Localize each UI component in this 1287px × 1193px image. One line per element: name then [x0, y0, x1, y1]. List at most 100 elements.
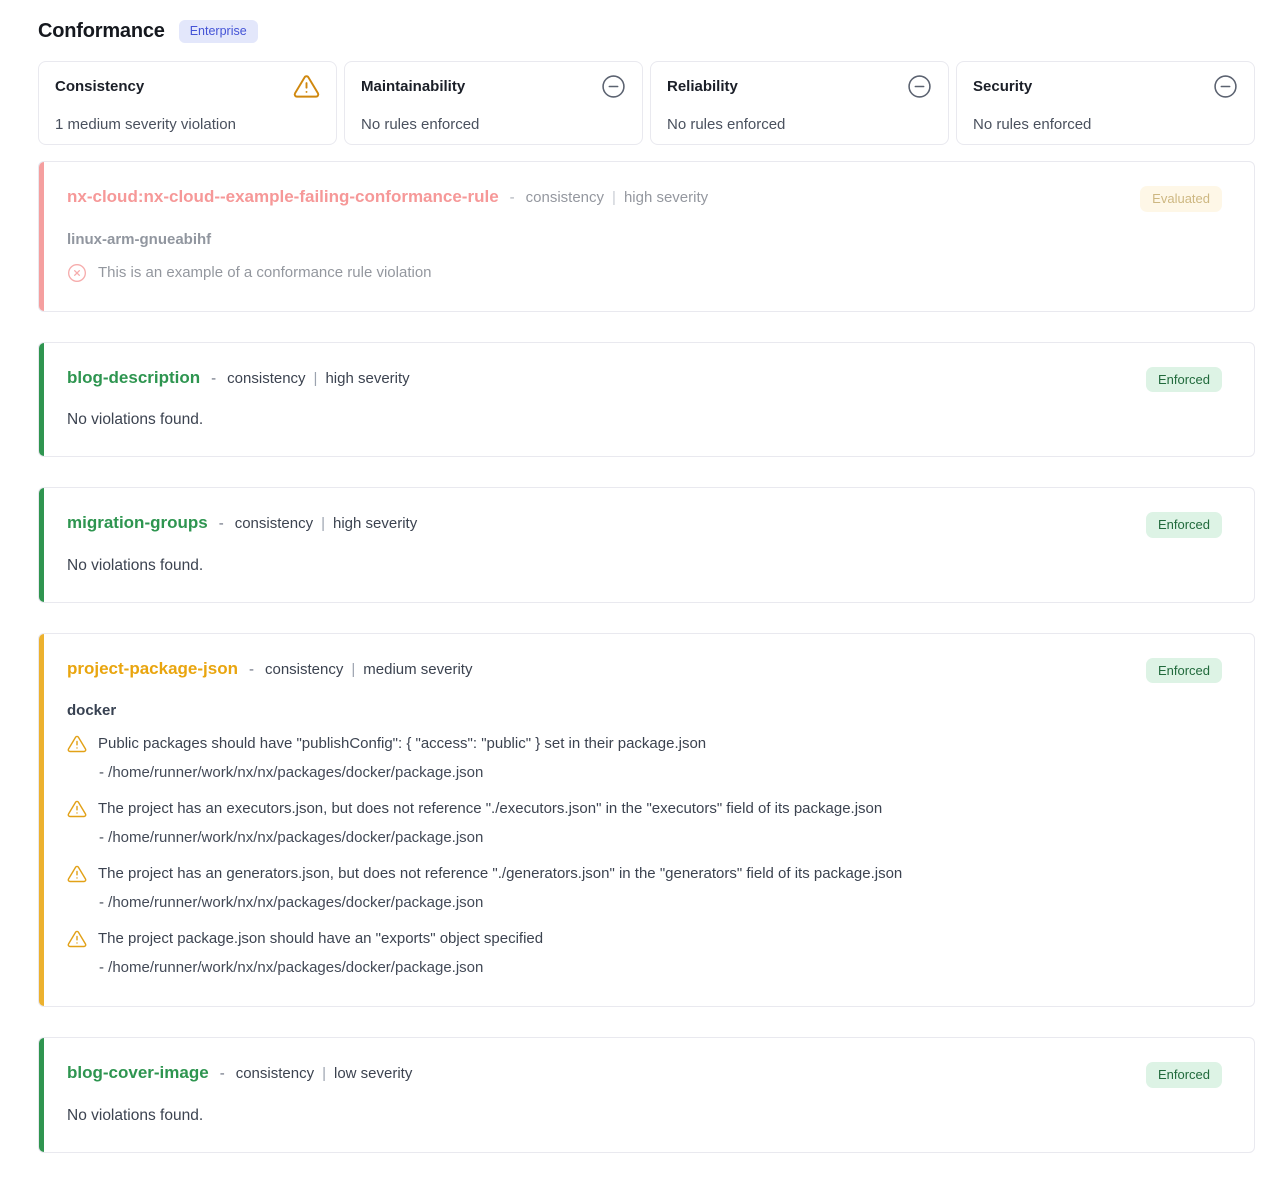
- minus-circle-icon: [1213, 74, 1238, 99]
- enterprise-badge: Enterprise: [179, 20, 258, 43]
- rule-title-link[interactable]: migration-groups: [67, 511, 208, 535]
- rule-category: consistency: [235, 515, 313, 532]
- rule-head: project-package-json - consistency|mediu…: [67, 657, 1222, 684]
- summary-card-subtitle: No rules enforced: [667, 116, 932, 133]
- rule-head: blog-cover-image - consistency|low sever…: [67, 1061, 1222, 1088]
- violation-row: Public packages should have "publishConf…: [67, 733, 1222, 755]
- warning-triangle-icon: [293, 73, 320, 100]
- rule-title-link[interactable]: blog-description: [67, 366, 200, 390]
- rule-content: nx-cloud:nx-cloud--example-failing-confo…: [67, 185, 1222, 284]
- pipe-separator: |: [322, 1065, 326, 1082]
- rule-title-link[interactable]: blog-cover-image: [67, 1061, 209, 1085]
- rule-category: consistency: [236, 1065, 314, 1082]
- summary-card-subtitle: No rules enforced: [973, 116, 1238, 133]
- pipe-separator: |: [314, 370, 318, 387]
- status-badge: Enforced: [1146, 1062, 1222, 1088]
- page-header: Conformance Enterprise: [38, 20, 1255, 43]
- minus-circle-icon: [601, 74, 626, 99]
- violation-location: - /home/runner/work/nx/nx/packages/docke…: [99, 957, 1222, 979]
- category-summary-grid: Consistency 1 medium severity violation …: [38, 61, 1255, 145]
- summary-card-consistency[interactable]: Consistency 1 medium severity violation: [38, 61, 337, 145]
- summary-card-maintainability[interactable]: Maintainability No rules enforced: [344, 61, 643, 145]
- dash-separator: -: [249, 661, 254, 678]
- warning-triangle-icon: [67, 864, 87, 884]
- summary-card-title: Maintainability: [361, 78, 465, 95]
- violation-message: The project package.json should have an …: [98, 928, 543, 950]
- x-circle-icon: [67, 263, 87, 283]
- rule-card-blog-cover-image: blog-cover-image - consistency|low sever…: [38, 1037, 1255, 1153]
- status-badge: Enforced: [1146, 512, 1222, 538]
- rule-card-example-failing: nx-cloud:nx-cloud--example-failing-confo…: [38, 161, 1255, 312]
- rule-meta: consistency|medium severity: [265, 661, 472, 678]
- severity-accent-bar: [39, 488, 44, 602]
- rule-card-project-package-json: project-package-json - consistency|mediu…: [38, 633, 1255, 1008]
- rule-meta: consistency | high severity: [227, 370, 410, 387]
- rule-category: consistency: [227, 370, 305, 387]
- rule-head: nx-cloud:nx-cloud--example-failing-confo…: [67, 185, 1222, 212]
- rule-head: blog-description - consistency | high seve…: [67, 366, 1222, 393]
- rule-content: migration-groups - consistency|high seve…: [67, 511, 1222, 575]
- pipe-separator: |: [321, 515, 325, 532]
- rule-title-link[interactable]: nx-cloud:nx-cloud--example-failing-confo…: [67, 185, 499, 209]
- no-violations-text: No violations found.: [67, 557, 1222, 575]
- summary-card-title: Security: [973, 78, 1032, 95]
- violation-message: This is an example of a conformance rule…: [98, 262, 432, 284]
- minus-circle-icon: [907, 74, 932, 99]
- rule-head: migration-groups - consistency|high seve…: [67, 511, 1222, 538]
- rule-card-blog-description: blog-description - consistency | high seve…: [38, 342, 1255, 458]
- summary-card-subtitle: 1 medium severity violation: [55, 116, 320, 133]
- rule-title-row: migration-groups - consistency|high seve…: [67, 511, 417, 535]
- status-badge: Evaluated: [1140, 186, 1222, 212]
- rule-severity: high severity: [325, 370, 409, 387]
- rule-meta: consistency | high severity: [526, 189, 709, 206]
- summary-card-security[interactable]: Security No rules enforced: [956, 61, 1255, 145]
- violation-location: - /home/runner/work/nx/nx/packages/docke…: [99, 892, 1222, 914]
- warning-triangle-icon: [67, 929, 87, 949]
- violation-message: The project has an executors.json, but d…: [98, 798, 882, 820]
- violation-row: This is an example of a conformance rule…: [67, 262, 1222, 284]
- project-name: docker: [67, 702, 1222, 719]
- summary-card-top: Security: [973, 71, 1238, 101]
- summary-card-top: Reliability: [667, 71, 932, 101]
- severity-accent-bar: [39, 343, 44, 457]
- rule-severity: high severity: [333, 515, 417, 532]
- summary-card-top: Consistency: [55, 71, 320, 101]
- rule-category: consistency: [265, 661, 343, 678]
- rule-category: consistency: [526, 189, 604, 206]
- no-violations-text: No violations found.: [67, 1107, 1222, 1125]
- rule-title-row: nx-cloud:nx-cloud--example-failing-confo…: [67, 185, 708, 209]
- pipe-separator: |: [612, 189, 616, 206]
- rule-content: blog-description - consistency | high seve…: [67, 366, 1222, 430]
- violation-row: The project has an executors.json, but d…: [67, 798, 1222, 820]
- status-badge: Enforced: [1146, 367, 1222, 393]
- summary-card-reliability[interactable]: Reliability No rules enforced: [650, 61, 949, 145]
- rule-meta: consistency | high severity: [235, 515, 418, 532]
- violation-row: The project package.json should have an …: [67, 928, 1222, 950]
- conformance-page: Conformance Enterprise Consistency 1 med…: [0, 0, 1287, 1183]
- rule-meta: consistency|low severity: [236, 1065, 413, 1082]
- rule-title-row: blog-cover-image - consistency|low sever…: [67, 1061, 412, 1085]
- warning-triangle-icon: [67, 734, 87, 754]
- summary-card-title: Consistency: [55, 78, 144, 95]
- violation-location: - /home/runner/work/nx/nx/packages/docke…: [99, 762, 1222, 784]
- violation-row: The project has an generators.json, but …: [67, 863, 1222, 885]
- no-violations-text: No violations found.: [67, 411, 1222, 429]
- dash-separator: -: [510, 189, 515, 206]
- warning-triangle-icon: [67, 799, 87, 819]
- rule-card-migration-groups: migration-groups - consistency|high seve…: [38, 487, 1255, 603]
- violation-message: The project has an generators.json, but …: [98, 863, 902, 885]
- summary-card-title: Reliability: [667, 78, 738, 95]
- rule-title-link[interactable]: project-package-json: [67, 657, 238, 681]
- violation-location: - /home/runner/work/nx/nx/packages/docke…: [99, 827, 1222, 849]
- rule-severity: medium severity: [363, 661, 472, 678]
- severity-accent-bar: [39, 1038, 44, 1152]
- summary-card-top: Maintainability: [361, 71, 626, 101]
- dash-separator: -: [211, 370, 216, 387]
- rule-content: blog-cover-image - consistency|low sever…: [67, 1061, 1222, 1125]
- rule-title-row: project-package-json - consistency|mediu…: [67, 657, 472, 681]
- rule-severity: high severity: [624, 189, 708, 206]
- rule-title-row: blog-description - consistency | high seve…: [67, 366, 410, 390]
- status-badge: Enforced: [1146, 658, 1222, 684]
- project-name: linux-arm-gnueabihf: [67, 231, 1222, 248]
- severity-accent-bar: [39, 162, 44, 311]
